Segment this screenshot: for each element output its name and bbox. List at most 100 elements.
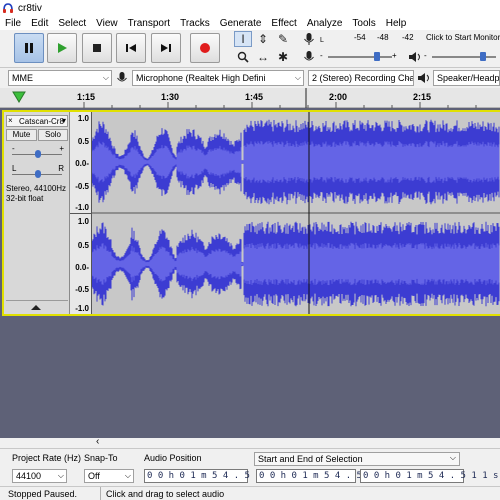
track-area[interactable]: × Catscan-Cr8 ▾ Mute Solo - + L R Stereo… — [0, 108, 500, 438]
chevron-down-icon: ⌵ — [404, 73, 411, 82]
selection-mode-label: Start and End of Selection — [258, 454, 363, 464]
selection-start-field[interactable]: 0 0 h 0 1 m 5 4 . 5 1 1 s — [256, 469, 394, 483]
y-tick-label: -1.0 — [75, 203, 89, 212]
audio-track[interactable]: × Catscan-Cr8 ▾ Mute Solo - + L R Stereo… — [2, 110, 500, 316]
y-tick-label: 0.5 — [77, 137, 89, 146]
microphone-icon[interactable] — [302, 32, 316, 46]
playback-device-select[interactable]: Speaker/Headpho — [433, 70, 500, 86]
timeline-tick-label: 1:45 — [245, 92, 264, 102]
selection-tool[interactable]: I — [234, 31, 252, 47]
solo-button[interactable]: Solo — [38, 129, 68, 141]
play-icon — [58, 43, 67, 53]
menu-view[interactable]: View — [91, 18, 123, 29]
slider-thumb[interactable] — [480, 52, 486, 61]
multi-tool[interactable]: ✱ — [274, 49, 292, 65]
recording-channels-value: 2 (Stereo) Recording Char — [312, 73, 414, 83]
menu-transport[interactable]: Transport — [123, 18, 175, 29]
horizontal-scrollbar[interactable]: ‹ — [0, 436, 500, 448]
track-control-panel[interactable]: × Catscan-Cr8 ▾ Mute Solo - + L R Stereo… — [4, 112, 70, 314]
project-rate-select[interactable]: 44100 ⌵ — [12, 469, 67, 483]
menu-select[interactable]: Select — [53, 18, 91, 29]
selection-mode-select[interactable]: Start and End of Selection ⌵ — [254, 452, 460, 466]
y-tick-label: 0.0- — [75, 263, 89, 272]
meter-tick: -54 — [354, 33, 366, 42]
track-info-rate: Stereo, 44100Hz — [6, 184, 67, 193]
slider-thumb[interactable] — [374, 52, 380, 61]
gain-slider[interactable]: - + — [8, 144, 66, 162]
slider-thumb[interactable] — [35, 170, 41, 178]
menu-help[interactable]: Help — [381, 18, 412, 29]
snap-to-label: Snap-To — [84, 453, 118, 463]
track-name: Catscan-Cr8 — [19, 117, 64, 126]
menu-analyze[interactable]: Analyze — [302, 18, 348, 29]
speaker-device-icon — [418, 73, 429, 83]
audio-host-value: MME — [12, 73, 33, 83]
audio-position-label: Audio Position — [144, 453, 202, 463]
time-shift-tool[interactable]: ↔ — [254, 49, 272, 65]
timeline-tick-label: 1:15 — [77, 92, 96, 102]
playback-device-value: Speaker/Headpho — [437, 73, 500, 83]
selection-end-field[interactable]: 0 0 h 0 1 m 5 4 . 5 1 1 s — [360, 469, 498, 483]
menu-edit[interactable]: Edit — [26, 18, 53, 29]
asterisk-icon: ✱ — [277, 50, 289, 64]
skip-to-start-button[interactable] — [116, 33, 146, 63]
menu-bar: File Edit Select View Transport Tracks G… — [0, 16, 500, 30]
pan-slider[interactable]: L R — [8, 164, 66, 182]
pencil-icon: ✎ — [277, 32, 289, 46]
y-tick-label: -1.0 — [75, 304, 89, 313]
audio-host-select[interactable]: MME ⌵ — [8, 70, 112, 86]
menu-effect[interactable]: Effect — [266, 18, 301, 29]
mute-button[interactable]: Mute — [6, 129, 37, 141]
audio-position-field[interactable]: 0 0 h 0 1 m 5 4 . 5 1 1 s — [144, 469, 282, 483]
recording-meter[interactable]: L -54 -48 -42 Click to Start Monitoring — [320, 32, 500, 46]
snap-to-select[interactable]: Off ⌵ — [84, 469, 134, 483]
dropdown-arrow-icon: ▾ — [61, 116, 66, 125]
close-icon[interactable]: × — [8, 116, 13, 125]
timeline-tick-label: 1:30 — [161, 92, 180, 102]
playback-volume-slider[interactable]: - — [424, 51, 500, 61]
menu-tools[interactable]: Tools — [347, 18, 380, 29]
meter-tick: -48 — [377, 33, 389, 42]
timeline-tick-label: 2:00 — [329, 92, 348, 102]
pause-button[interactable] — [14, 33, 44, 63]
microphone-device-icon — [117, 72, 127, 82]
playback-state: Stopped Paused. — [8, 489, 78, 499]
recording-volume-slider[interactable]: - + — [320, 51, 400, 61]
scroll-left-icon[interactable]: ‹ — [96, 436, 99, 447]
project-rate-value: 44100 — [16, 471, 42, 481]
zoom-tool[interactable] — [234, 49, 252, 65]
magnifier-icon — [237, 51, 249, 63]
speaker-icon — [409, 52, 420, 62]
start-monitoring-label[interactable]: Click to Start Monitoring — [426, 33, 500, 42]
menu-tracks[interactable]: Tracks — [175, 18, 215, 29]
record-button[interactable] — [190, 33, 220, 63]
status-hint: Click and drag to select audio — [106, 489, 225, 499]
y-tick-label: 1.0 — [77, 114, 89, 123]
chevron-down-icon: ⌵ — [57, 471, 64, 480]
title-bar: cr8tiv — [0, 0, 500, 16]
envelope-tool[interactable]: ⇕ — [254, 31, 272, 47]
status-bar: Stopped Paused. Click and drag to select… — [0, 486, 500, 500]
skip-end-icon — [161, 44, 171, 52]
collapse-track-button[interactable] — [6, 300, 68, 312]
recording-channels-select[interactable]: 2 (Stereo) Recording Char ⌵ — [308, 70, 414, 86]
selection-end-value: 0 0 h 0 1 m 5 4 . 5 1 1 s — [363, 471, 499, 481]
track-name-menu[interactable]: × Catscan-Cr8 ▾ — [6, 115, 68, 127]
waveform-display[interactable] — [92, 112, 500, 314]
chevron-down-icon: ⌵ — [124, 471, 131, 480]
skip-to-end-button[interactable] — [151, 33, 181, 63]
draw-tool[interactable]: ✎ — [274, 31, 292, 47]
envelope-icon: ⇕ — [257, 32, 269, 46]
toolbar-area: I ⇕ ✎ ↔ ✱ L -54 -48 -42 Click to Start M… — [0, 30, 500, 68]
timeline-tick-label: 2:15 — [413, 92, 432, 102]
chevron-down-icon: ⌵ — [294, 73, 301, 82]
timeline-ruler[interactable]: 1:15 1:30 1:45 2:00 2:15 — [0, 88, 500, 108]
menu-file[interactable]: File — [0, 18, 26, 29]
recording-device-value: Microphone (Realtek High Defini — [136, 73, 266, 83]
menu-generate[interactable]: Generate — [215, 18, 267, 29]
play-button[interactable] — [47, 33, 77, 63]
recording-device-select[interactable]: Microphone (Realtek High Defini ⌵ — [132, 70, 304, 86]
stop-button[interactable] — [82, 33, 112, 63]
chevron-down-icon: ⌵ — [449, 453, 456, 462]
slider-thumb[interactable] — [35, 150, 41, 158]
